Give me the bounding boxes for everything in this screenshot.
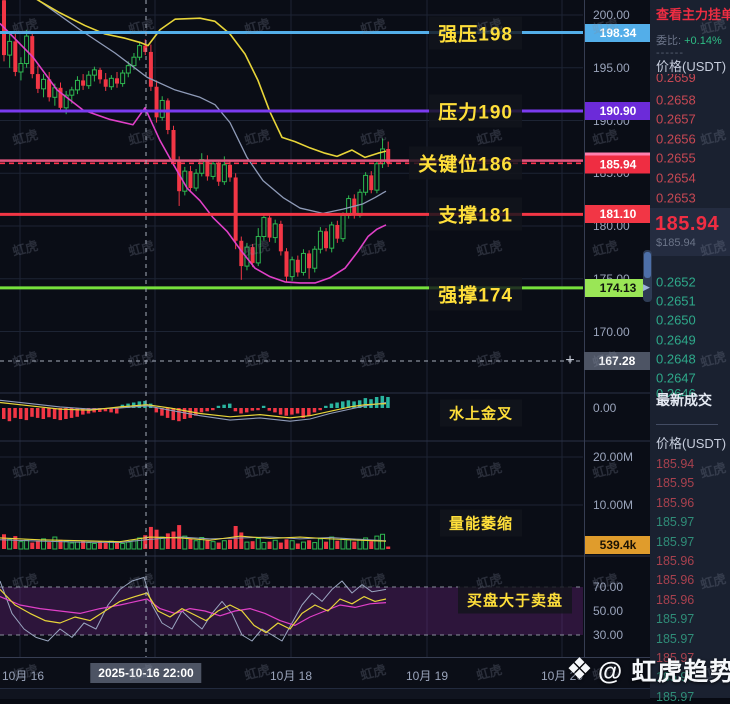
crosshair-time-label: 2025-10-16 22:00 [90, 663, 202, 683]
annotation-tag: 买盘大于卖盘 [457, 586, 572, 614]
ratio-value: +0.14% [684, 35, 722, 47]
trade-row[interactable]: 185.96 [656, 573, 694, 587]
ratio-label: 委比: [656, 35, 682, 47]
trades-price-header: 价格(USDT) [656, 436, 727, 451]
bid-row[interactable]: 0.2651 [656, 294, 696, 309]
brand-text: @ 虹虎趋势 [597, 658, 730, 686]
latest-trades-header: 最新成交 [656, 392, 712, 408]
trade-row[interactable]: 185.97 [656, 632, 694, 646]
trade-row[interactable]: 185.97 [656, 690, 694, 704]
indicator-tick: 0.00 [593, 401, 617, 415]
orderbook-price-header: 价格(USDT) [656, 59, 727, 74]
time-axis[interactable]: 10月 16 10月 18 10月 19 10月 20 2025-10-16 22:0… [0, 657, 650, 689]
level-axis-label: 198.34 [585, 23, 651, 42]
ask-row[interactable]: 0.2655 [656, 151, 696, 166]
brand-watermark: ❖ @ 虹虎趋势 [566, 652, 730, 688]
crosshair-price-label: 167.28 [584, 352, 650, 370]
trade-row[interactable]: 185.96 [656, 554, 694, 568]
indicator-tick: 50.00 [593, 604, 624, 618]
ask-row[interactable]: 0.2659 [656, 74, 726, 86]
ask-row[interactable]: 0.2658 [656, 92, 696, 107]
indicator-tick: 10.00M [593, 498, 634, 512]
bid-row[interactable]: 0.2650 [656, 313, 696, 328]
commission-ratio: 委比: +0.14% [656, 32, 722, 48]
trade-row[interactable]: 185.96 [656, 496, 694, 510]
level-tag: 强压198 [429, 16, 522, 49]
bid-row[interactable]: 0.2648 [656, 351, 696, 366]
trade-row[interactable]: 185.96 [656, 593, 694, 607]
sidebar-scroll-handle[interactable]: ▶ [643, 250, 652, 302]
bid-row[interactable]: 0.2652 [656, 275, 696, 290]
level-axis-label: 190.90 [585, 102, 651, 120]
annotation-tag: 水上金叉 [439, 399, 522, 427]
level-tag: 关键位186 [409, 146, 522, 180]
time-tick: 10月 19 [405, 669, 449, 683]
price-tick: 195.00 [593, 60, 630, 75]
trade-row[interactable]: 185.97 [656, 535, 694, 549]
last-price-block[interactable]: 185.94 $185.94 [650, 208, 730, 256]
time-tick: 10月 18 [269, 669, 313, 683]
chevron-right-icon: ▶ [643, 282, 650, 292]
scroll-thumb[interactable] [644, 252, 651, 278]
current-volume-label: 539.4k [585, 536, 651, 554]
bid-row[interactable]: 0.2649 [656, 332, 696, 347]
time-tick: 10月 16 [1, 669, 45, 683]
last-price-usd: $185.94 [656, 237, 696, 249]
binance-diamond-icon: ❖ [566, 653, 593, 686]
bottom-toolbar-strip [0, 688, 650, 699]
ask-row[interactable]: 0.2657 [656, 112, 696, 127]
level-axis-label: 181.10 [585, 205, 651, 224]
level-tag: 强撑174 [429, 277, 522, 311]
level-axis-label: 174.13 [585, 278, 651, 297]
indicator-tick: 30.00 [593, 628, 624, 642]
chart-plot[interactable] [0, 0, 650, 657]
level-axis-label: 185.94 [585, 152, 651, 174]
price-tick: 170.00 [593, 324, 630, 339]
orderbook-sidebar: 查看主力挂单 委比: +0.14% ------ 价格(USDT) 0.2659… [650, 0, 730, 704]
level-tag: 支撑181 [429, 197, 522, 231]
trade-row[interactable]: 185.97 [656, 515, 694, 529]
last-price: 185.94 [655, 213, 720, 235]
trade-row[interactable]: 185.95 [656, 476, 694, 490]
price-tick: 200.00 [593, 8, 630, 22]
ask-row[interactable]: 0.2654 [656, 171, 696, 186]
indicator-tick: 20.00M [593, 450, 634, 464]
ask-row[interactable]: 0.2653 [656, 190, 696, 205]
trade-row[interactable]: 185.97 [656, 612, 694, 626]
indicator-tick: 70.00 [593, 580, 624, 594]
add-order-plus-icon[interactable]: + [562, 353, 578, 369]
ask-row[interactable]: 0.2656 [656, 131, 696, 146]
chart-canvas[interactable]: 200.00195.00190.00185.00180.00175.00170.… [0, 0, 651, 699]
annotation-tag: 量能萎缩 [439, 509, 522, 537]
divider [656, 424, 718, 425]
price-axis[interactable]: 200.00195.00190.00185.00180.00175.00170.… [584, 0, 651, 657]
view-main-orders-link[interactable]: 查看主力挂单 [656, 4, 730, 23]
bid-row[interactable]: 0.2647 [656, 371, 696, 386]
level-tag: 压力190 [429, 94, 522, 128]
trade-row[interactable]: 185.94 [656, 457, 694, 471]
